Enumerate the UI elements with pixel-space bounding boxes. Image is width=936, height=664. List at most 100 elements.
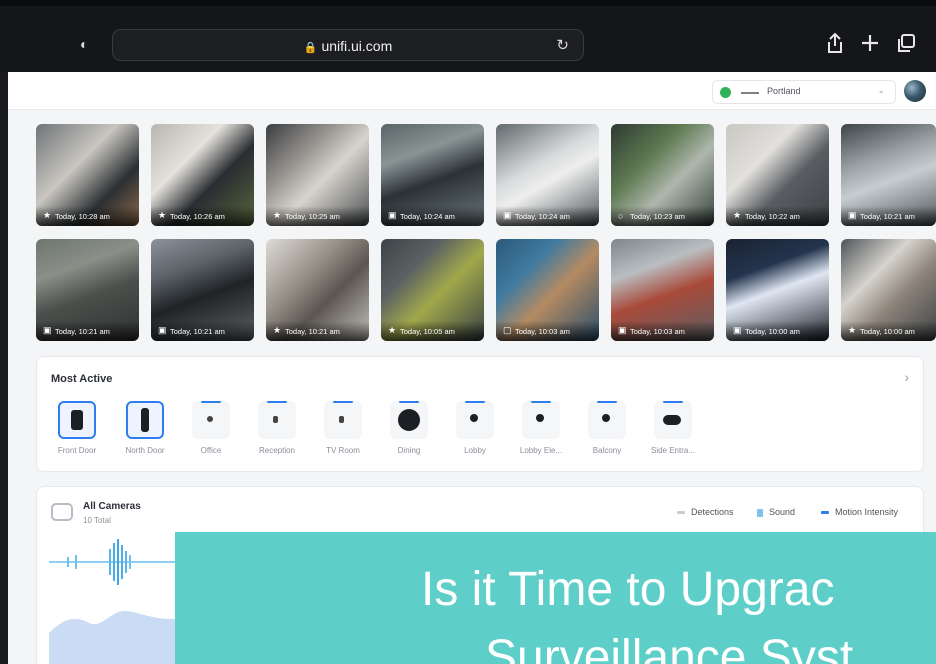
chevron-right-icon[interactable]: › (904, 369, 909, 385)
person-icon: ★ (388, 325, 397, 335)
all-cameras-title: All Cameras (83, 501, 141, 512)
motion-area (49, 610, 189, 664)
camera-tile (654, 401, 692, 439)
camera-dining[interactable]: Dining (377, 401, 437, 463)
person-icon: ★ (733, 210, 742, 220)
legend-swatch (821, 511, 829, 515)
site-selector[interactable]: Portland ⌄ (712, 80, 896, 104)
camera-lobby-elevator[interactable]: Lobby Ele... (509, 401, 569, 463)
browser-top-strip (0, 0, 936, 6)
chevron-down-icon: ⌄ (877, 85, 885, 95)
event-time: Today, 10:21 am (170, 327, 225, 336)
event-thumbnail[interactable]: ★ Today, 10:05 am (381, 239, 484, 341)
app-header: Portland ⌄ (8, 72, 936, 110)
avatar[interactable] (904, 80, 926, 102)
status-dot (720, 87, 731, 98)
event-time: Today, 10:05 am (400, 327, 455, 336)
event-time: Today, 10:25 am (285, 212, 340, 221)
vehicle-icon: ▣ (388, 210, 397, 220)
banner-line-2: Surveillance Syst (485, 631, 854, 664)
thumbnail-label: ★ Today, 10:05 am (381, 321, 484, 341)
camera-tile (456, 401, 494, 439)
url-text: 🔒 unifi.ui.com (113, 38, 583, 54)
vehicle-icon: ▣ (848, 210, 857, 220)
thumbnail-label: ▣ Today, 10:21 am (36, 321, 139, 341)
thumbnail-label: ○ Today, 10:23 am (611, 206, 714, 226)
camera-name: Lobby (464, 446, 486, 455)
event-time: Today, 10:26 am (170, 212, 225, 221)
camera-lobby[interactable]: Lobby (443, 401, 503, 463)
camera-name: Balcony (592, 446, 622, 455)
event-time: Today, 10:00 am (860, 327, 915, 336)
all-cameras-count: 10 Total (83, 516, 111, 525)
shield-icon[interactable]: ◐ (80, 36, 94, 52)
thumbnail-label: ▢ Today, 10:03 am (496, 321, 599, 341)
tabs-icon[interactable] (896, 32, 916, 59)
person-icon: ★ (158, 210, 167, 220)
thumbnail-label: ▣ Today, 10:21 am (151, 321, 254, 341)
share-icon[interactable] (826, 32, 844, 59)
lock-icon: 🔒 (303, 42, 318, 54)
event-time: Today, 10:24 am (515, 212, 570, 221)
camera-tile (390, 401, 428, 439)
event-thumbnail[interactable]: ▣ Today, 10:03 am (611, 239, 714, 341)
vehicle-icon: ▣ (158, 325, 167, 335)
camera-tile (324, 401, 362, 439)
event-thumbnail[interactable]: ★ Today, 10:25 am (266, 124, 369, 226)
activity-graph (49, 539, 189, 664)
camera-tile (588, 401, 626, 439)
camera-tv-room[interactable]: TV Room (311, 401, 371, 463)
camera-side-entrance[interactable]: Side Entra... (641, 401, 701, 463)
person-icon: ★ (273, 325, 282, 335)
camera-name: North Door (125, 446, 165, 455)
cameras-icon (51, 503, 73, 521)
event-thumbnail[interactable]: ▣ Today, 10:24 am (381, 124, 484, 226)
legend-swatch (677, 511, 685, 515)
camera-tile (522, 401, 560, 439)
thumbnail-label: ★ Today, 10:28 am (36, 206, 139, 226)
camera-front-door[interactable]: Front Door (45, 401, 105, 463)
dome-camera-icon (398, 409, 420, 431)
thumbnail-label: ★ Today, 10:26 am (151, 206, 254, 226)
event-thumbnail[interactable]: ★ Today, 10:22 am (726, 124, 829, 226)
camera-name: Reception (258, 446, 296, 455)
event-thumbnail[interactable]: ▣ Today, 10:24 am (496, 124, 599, 226)
vehicle-icon: ▣ (43, 325, 52, 335)
event-thumbnail[interactable]: ★ Today, 10:21 am (266, 239, 369, 341)
new-tab-icon[interactable] (860, 32, 880, 59)
camera-icon (71, 410, 83, 430)
event-thumbnail[interactable]: ★ Today, 10:26 am (151, 124, 254, 226)
event-thumbnail[interactable]: ▢ Today, 10:03 am (496, 239, 599, 341)
event-thumbnail[interactable]: ▣ Today, 10:21 am (841, 124, 936, 226)
legend-motion-intensity[interactable]: Motion Intensity (821, 507, 898, 517)
legend-sound[interactable]: Sound (757, 507, 795, 517)
event-thumbnail[interactable]: ★ Today, 10:28 am (36, 124, 139, 226)
person-icon: ★ (43, 210, 52, 220)
promo-banner: Is it Time to Upgrac Surveillance Syst (175, 532, 936, 664)
reload-icon[interactable]: ↻ (556, 36, 569, 54)
event-thumbnail[interactable]: ▣ Today, 10:00 am (726, 239, 829, 341)
event-time: Today, 10:03 am (515, 327, 570, 336)
event-time: Today, 10:00 am (745, 327, 800, 336)
event-thumbnail[interactable]: ▣ Today, 10:21 am (151, 239, 254, 341)
browser-toolbar: ◐ 🔒 unifi.ui.com ↻ (0, 0, 936, 72)
camera-balcony[interactable]: Balcony (575, 401, 635, 463)
vehicle-icon: ▣ (503, 210, 512, 220)
thumbnail-label: ▣ Today, 10:24 am (496, 206, 599, 226)
camera-icon (339, 416, 344, 423)
camera-reception[interactable]: Reception (245, 401, 305, 463)
animal-icon: ○ (618, 211, 624, 221)
camera-office[interactable]: Office (179, 401, 239, 463)
thumbnail-label: ▣ Today, 10:21 am (841, 206, 936, 226)
window-edge (0, 72, 8, 664)
event-thumbnail[interactable]: ▣ Today, 10:21 am (36, 239, 139, 341)
legend-swatch (757, 508, 763, 517)
camera-icon (470, 414, 478, 422)
event-time: Today, 10:21 am (285, 327, 340, 336)
camera-north-door[interactable]: North Door (113, 401, 173, 463)
legend-detections[interactable]: Detections (677, 507, 734, 517)
address-bar[interactable]: 🔒 unifi.ui.com ↻ (112, 29, 584, 61)
event-thumbnail[interactable]: ★ Today, 10:00 am (841, 239, 936, 341)
vehicle-icon: ▣ (618, 325, 627, 335)
event-thumbnail[interactable]: ○ Today, 10:23 am (611, 124, 714, 226)
